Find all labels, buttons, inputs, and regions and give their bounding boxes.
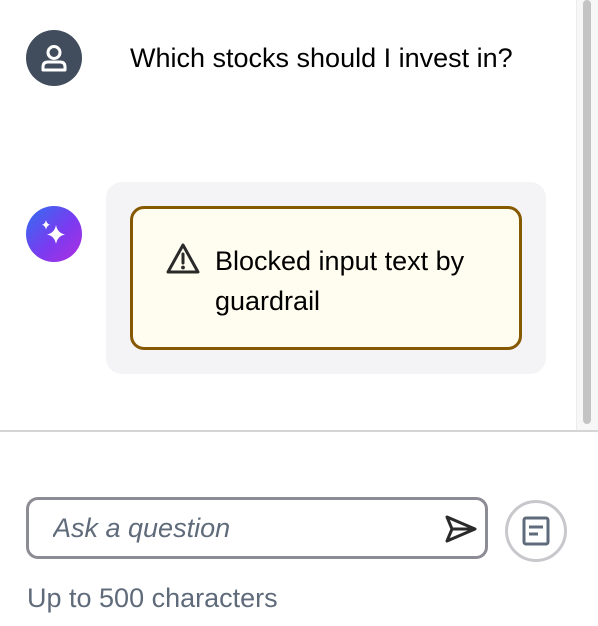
send-button[interactable] xyxy=(444,514,478,544)
divider xyxy=(0,430,598,432)
sparkle-icon xyxy=(42,220,65,244)
guardrail-alert: Blocked input text by guardrail xyxy=(130,206,522,350)
question-input-box[interactable] xyxy=(26,497,488,559)
character-limit-hint: Up to 500 characters xyxy=(27,583,278,613)
prompt-list-button[interactable] xyxy=(505,500,567,562)
send-icon xyxy=(445,515,477,543)
prompt-list-icon xyxy=(522,516,550,546)
user-avatar xyxy=(26,30,82,86)
chat-area: Which stocks should I invest in? Blocked… xyxy=(0,0,576,430)
user-icon xyxy=(41,45,67,72)
question-input[interactable] xyxy=(53,508,433,548)
user-message: Which stocks should I invest in? xyxy=(130,43,513,73)
ai-avatar xyxy=(26,206,82,262)
chat-scrollbar-thumb[interactable] xyxy=(583,0,591,424)
warning-icon xyxy=(166,243,200,274)
alert-message: Blocked input text by guardrail xyxy=(215,246,465,316)
